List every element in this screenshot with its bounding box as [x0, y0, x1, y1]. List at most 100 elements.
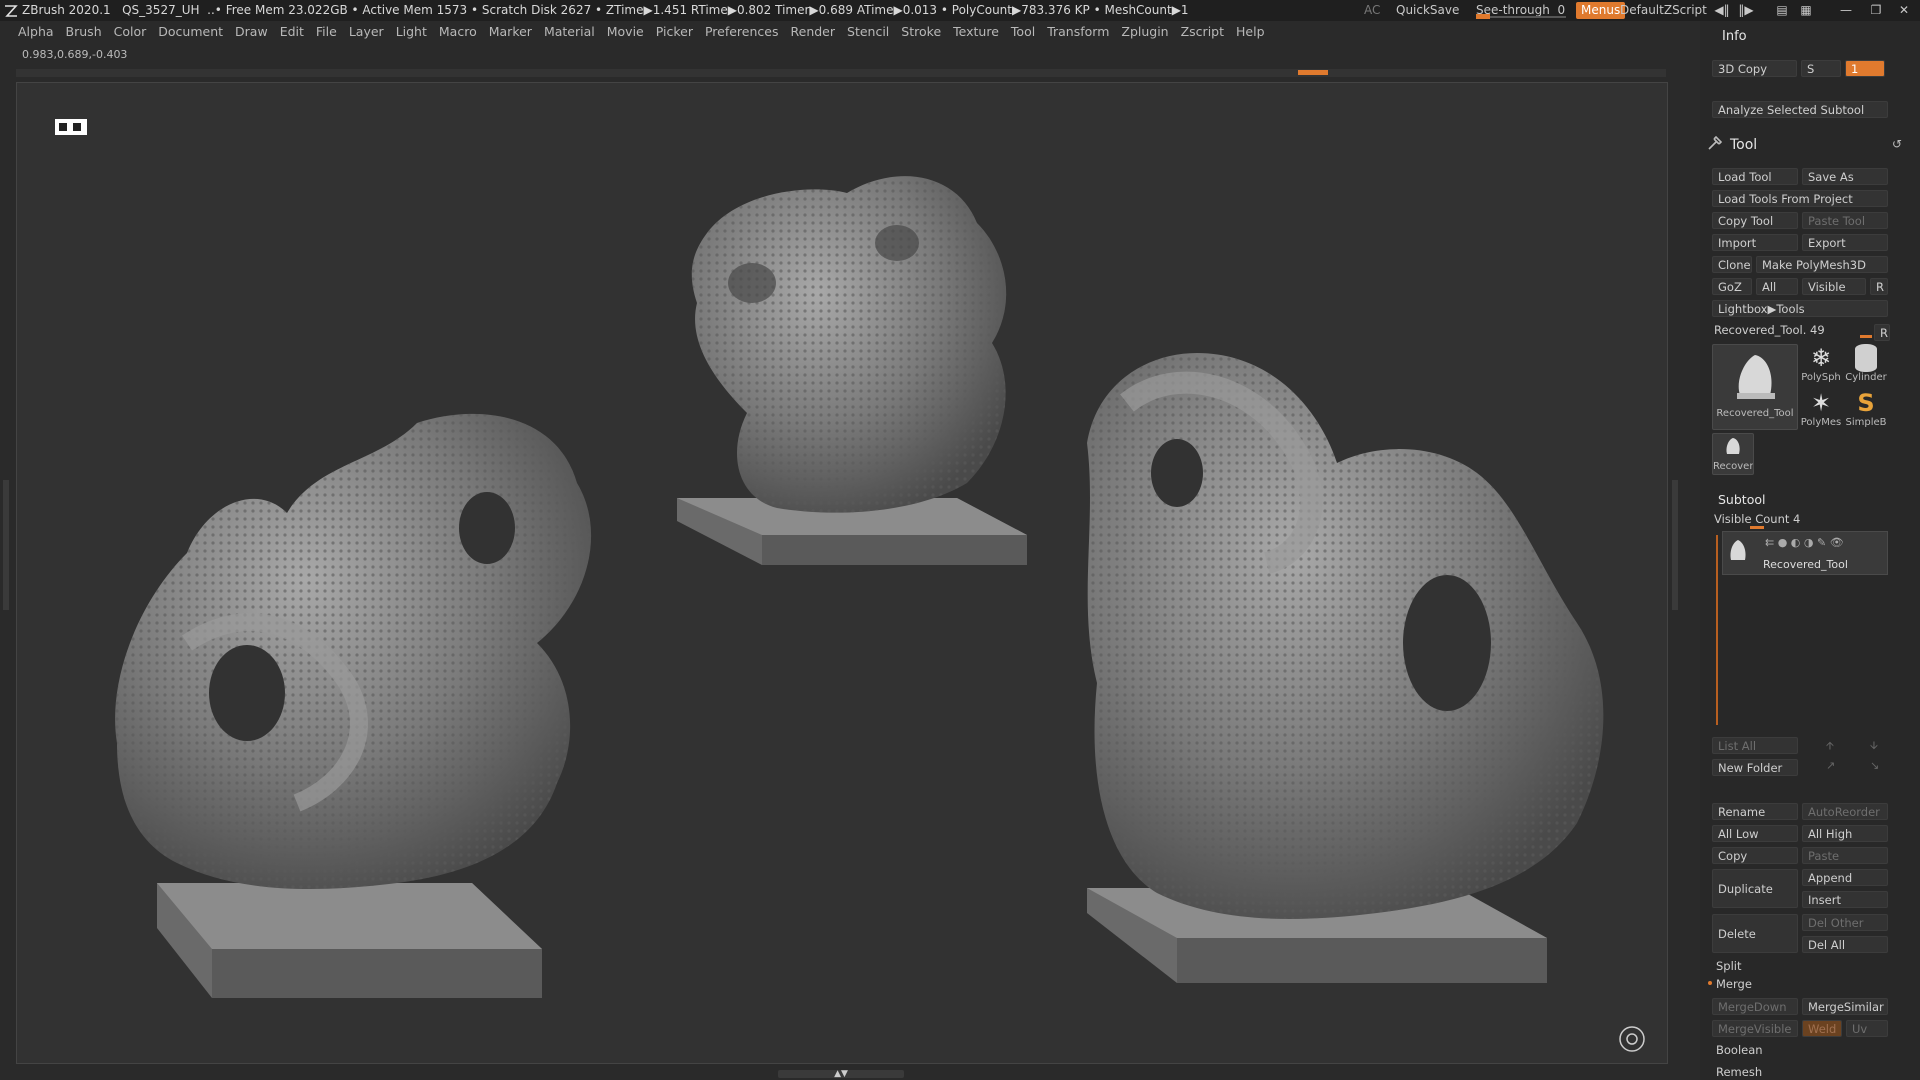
- subtool-visibility-icons[interactable]: ⇇ ● ◐ ◑ ✎ 👁: [1765, 536, 1844, 549]
- menu-document[interactable]: Document: [152, 21, 229, 43]
- new-folder-button[interactable]: New Folder: [1712, 759, 1798, 776]
- menu-picker[interactable]: Picker: [650, 21, 699, 43]
- del-all-button[interactable]: Del All: [1802, 936, 1888, 953]
- load-tool-button[interactable]: Load Tool: [1712, 168, 1798, 185]
- ui-layout-alt-icon[interactable]: ▦: [1796, 0, 1816, 21]
- minimize-icon[interactable]: —: [1836, 0, 1856, 21]
- copy-value-field[interactable]: 1: [1845, 60, 1885, 77]
- duplicate-button[interactable]: Duplicate: [1712, 869, 1798, 908]
- merge-visible-button[interactable]: MergeVisible: [1712, 1020, 1798, 1037]
- paste-button[interactable]: Paste: [1802, 847, 1888, 864]
- menu-draw[interactable]: Draw: [229, 21, 274, 43]
- recover-thumbnail[interactable]: Recover: [1712, 433, 1754, 475]
- del-other-button[interactable]: Del Other: [1802, 914, 1888, 931]
- menu-material[interactable]: Material: [538, 21, 601, 43]
- simplebrush-thumbnail[interactable]: S SimpleB: [1844, 389, 1888, 428]
- goz-all-button[interactable]: All: [1756, 278, 1798, 295]
- menu-preferences[interactable]: Preferences: [699, 21, 785, 43]
- menu-texture[interactable]: Texture: [947, 21, 1005, 43]
- menu-transform[interactable]: Transform: [1041, 21, 1115, 43]
- append-button[interactable]: Append: [1802, 869, 1888, 886]
- menu-brush[interactable]: Brush: [60, 21, 108, 43]
- list-all-button[interactable]: List All: [1712, 737, 1798, 754]
- move-up-icon[interactable]: 🡩: [1826, 737, 1834, 756]
- menu-alpha[interactable]: Alpha: [12, 21, 60, 43]
- polymesh-thumbnail[interactable]: ✶ PolyMes: [1800, 389, 1842, 428]
- split-section[interactable]: Split: [1716, 959, 1742, 973]
- clone-button[interactable]: Clone: [1712, 256, 1752, 273]
- menu-macro[interactable]: Macro: [433, 21, 483, 43]
- reset-icon[interactable]: ↺: [1892, 137, 1902, 151]
- all-low-button[interactable]: All Low: [1712, 825, 1798, 842]
- menu-tool[interactable]: Tool: [1005, 21, 1041, 43]
- menu-stroke[interactable]: Stroke: [895, 21, 947, 43]
- delete-button[interactable]: Delete: [1712, 914, 1798, 953]
- save-as-button[interactable]: Save As: [1802, 168, 1888, 185]
- import-button[interactable]: Import: [1712, 234, 1798, 251]
- paste-tool-button[interactable]: Paste Tool: [1802, 212, 1888, 229]
- make-polymesh-button[interactable]: Make PolyMesh3D: [1756, 256, 1888, 273]
- merge-similar-button[interactable]: MergeSimilar: [1802, 998, 1888, 1015]
- menu-layer[interactable]: Layer: [343, 21, 390, 43]
- move-down-icon[interactable]: 🡫: [1870, 737, 1878, 756]
- see-through-slider[interactable]: See-through 0: [1476, 0, 1568, 21]
- rename-button[interactable]: Rename: [1712, 803, 1798, 820]
- all-high-button[interactable]: All High: [1802, 825, 1888, 842]
- menu-marker[interactable]: Marker: [483, 21, 538, 43]
- default-zscript-button[interactable]: DefaultZScript: [1620, 0, 1707, 21]
- visible-count-knob[interactable]: [1750, 526, 1764, 529]
- insert-button[interactable]: Insert: [1802, 891, 1888, 908]
- merge-down-button[interactable]: MergeDown: [1712, 998, 1798, 1015]
- load-tools-from-project-button[interactable]: Load Tools From Project: [1712, 190, 1888, 207]
- menu-edit[interactable]: Edit: [274, 21, 310, 43]
- menu-file[interactable]: File: [310, 21, 343, 43]
- close-icon[interactable]: ✕: [1894, 0, 1914, 21]
- gyro-navigation-icon[interactable]: [1619, 1026, 1645, 1052]
- remesh-section[interactable]: Remesh: [1716, 1065, 1762, 1079]
- cylinder-thumbnail[interactable]: Cylinder: [1844, 344, 1888, 383]
- tool-thumbnail-main[interactable]: Recovered_Tool: [1712, 344, 1798, 430]
- uv-toggle[interactable]: Uv: [1846, 1020, 1888, 1037]
- merge-section[interactable]: Merge: [1716, 977, 1752, 991]
- tool-slider-knob[interactable]: [1860, 335, 1872, 338]
- weld-toggle[interactable]: Weld: [1802, 1020, 1842, 1037]
- menus-toggle-button[interactable]: Menus: [1576, 2, 1626, 19]
- restore-icon[interactable]: ❐: [1866, 0, 1886, 21]
- see-through-knob[interactable]: [1476, 14, 1490, 19]
- menu-color[interactable]: Color: [108, 21, 153, 43]
- left-tray-grip[interactable]: [3, 480, 9, 610]
- folder-move-down-icon[interactable]: ↘: [1870, 759, 1879, 772]
- export-button[interactable]: Export: [1802, 234, 1888, 251]
- folder-move-up-icon[interactable]: ↗: [1826, 759, 1835, 772]
- copy-s-button[interactable]: S: [1801, 60, 1841, 77]
- ui-layout-icon[interactable]: ▤: [1772, 0, 1792, 21]
- 3d-copy-button[interactable]: 3D Copy: [1712, 60, 1797, 77]
- canvas-viewport[interactable]: [16, 82, 1668, 1064]
- menu-help[interactable]: Help: [1230, 21, 1271, 43]
- goz-r-button[interactable]: R: [1870, 278, 1888, 295]
- ui-layout-next-icon[interactable]: ‖▶: [1736, 0, 1756, 21]
- boolean-section[interactable]: Boolean: [1716, 1043, 1763, 1057]
- quicksave-button[interactable]: QuickSave: [1396, 0, 1459, 21]
- tool-r-button[interactable]: R: [1874, 324, 1890, 341]
- right-tray-grip[interactable]: [1672, 480, 1678, 610]
- goz-visible-button[interactable]: Visible: [1802, 278, 1866, 295]
- bottom-tray-grip[interactable]: ▲▼: [778, 1070, 904, 1079]
- menu-stencil[interactable]: Stencil: [841, 21, 895, 43]
- polysphere-thumbnail[interactable]: ❄ PolySph: [1800, 344, 1842, 383]
- subtool-scrollbar[interactable]: [1716, 535, 1718, 725]
- menu-render[interactable]: Render: [785, 21, 842, 43]
- subtool-row[interactable]: ⇇ ● ◐ ◑ ✎ 👁 Recovered_Tool: [1722, 531, 1888, 575]
- top-shelf-marker[interactable]: [1298, 70, 1328, 75]
- camera-view-icon[interactable]: [55, 119, 87, 135]
- menu-movie[interactable]: Movie: [601, 21, 650, 43]
- menu-light[interactable]: Light: [390, 21, 433, 43]
- menu-zscript[interactable]: Zscript: [1175, 21, 1230, 43]
- auto-reorder-button[interactable]: AutoReorder: [1802, 803, 1888, 820]
- ui-layout-prev-icon[interactable]: ◀‖: [1712, 0, 1732, 21]
- analyze-subtool-button[interactable]: Analyze Selected Subtool: [1712, 101, 1888, 118]
- copy-button[interactable]: Copy: [1712, 847, 1798, 864]
- goz-button[interactable]: GoZ: [1712, 278, 1752, 295]
- menu-zplugin[interactable]: Zplugin: [1115, 21, 1174, 43]
- lightbox-tools-button[interactable]: Lightbox▶Tools: [1712, 300, 1888, 317]
